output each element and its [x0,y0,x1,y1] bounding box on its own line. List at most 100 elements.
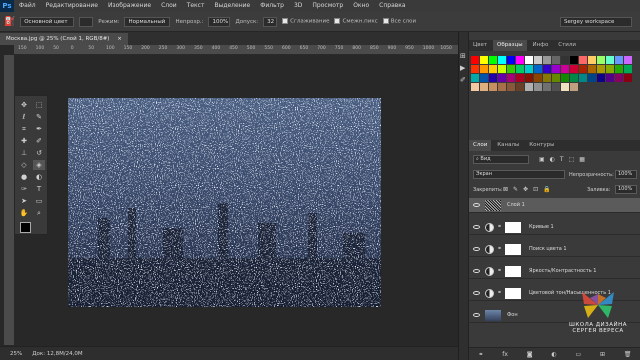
color-swatch[interactable] [534,56,542,64]
color-swatch[interactable] [597,65,605,73]
color-swatch[interactable] [570,65,578,73]
source-select[interactable]: Основной цвет [20,16,75,27]
menu-filter[interactable]: Фильтр [255,0,289,12]
zoom-tool-icon[interactable]: ⌕ [33,208,45,218]
history-icon[interactable]: ⊞ [460,52,466,60]
color-swatch[interactable] [579,65,587,73]
layer-thumbnail[interactable] [485,310,501,321]
color-swatch[interactable] [588,74,596,82]
color-swatch[interactable] [552,56,560,64]
color-swatch[interactable] [498,56,506,64]
play-icon[interactable]: ▶ [460,64,465,72]
color-swatch[interactable] [570,83,578,91]
shape-tool-icon[interactable]: ▭ [33,196,45,206]
blur-tool-icon[interactable]: ● [18,172,30,182]
color-swatch[interactable] [561,74,569,82]
crop-tool-icon[interactable]: ⌗ [18,124,30,134]
layer-row[interactable]: ⚭ Кривые 1 [469,220,640,235]
color-swatch[interactable] [561,56,569,64]
color-swatch[interactable] [552,83,560,91]
lock-icons[interactable]: ⊠✎✥⊡🔒 [503,186,556,193]
color-swatch[interactable] [561,83,569,91]
color-swatch[interactable] [471,74,479,82]
color-swatch[interactable] [615,74,623,82]
move-tool-icon[interactable]: ✥ [18,100,30,110]
brush-panel-icon[interactable]: ✐ [460,76,466,84]
color-swatch[interactable] [534,74,542,82]
color-swatch[interactable] [489,83,497,91]
opacity-input[interactable]: 100% [208,16,231,27]
menu-file[interactable]: Файл [14,0,41,12]
vertical-ruler[interactable] [4,55,14,345]
link-icon[interactable]: ⚭ [497,223,502,230]
lasso-tool-icon[interactable]: ℓ [18,112,30,122]
healing-tool-icon[interactable]: ✚ [18,136,30,146]
tab-info[interactable]: Инфо [529,40,553,51]
layer-mask-thumbnail[interactable] [505,266,521,277]
close-icon[interactable]: × [117,36,122,42]
horizontal-ruler[interactable]: 150 100 50 0 50 100 150 200 250 300 350 400 450 500 55… [14,45,458,55]
path-select-tool-icon[interactable]: ➤ [18,196,30,206]
color-swatch[interactable] [480,56,488,64]
type-tool-icon[interactable]: T [33,184,45,194]
fill-input[interactable]: 100% [615,185,637,194]
menu-select[interactable]: Выделение [209,0,255,12]
eye-icon[interactable] [473,225,480,229]
color-swatch[interactable] [552,74,560,82]
trash-icon[interactable]: 🗑 [624,351,632,358]
color-swatch[interactable] [516,74,524,82]
link-icon[interactable]: ⚭ [497,267,502,274]
menu-edit[interactable]: Редактирование [41,0,103,12]
eye-icon[interactable] [473,269,480,273]
layer-thumbnail[interactable] [485,200,501,211]
folder-icon[interactable]: ▭ [576,351,582,358]
layer-opacity-input[interactable]: 100% [615,170,637,179]
color-swatch[interactable] [498,74,506,82]
color-swatch[interactable] [480,65,488,73]
color-swatch[interactable] [570,56,578,64]
brush-tool-icon[interactable]: ✐ [33,136,45,146]
link-icon[interactable]: ⚭ [497,245,502,252]
eye-icon[interactable] [473,203,480,207]
tab-paths[interactable]: Контуры [525,140,558,151]
color-swatch[interactable] [471,65,479,73]
color-swatch[interactable] [606,56,614,64]
layer-mask-thumbnail[interactable] [505,288,521,299]
color-swatch[interactable] [489,56,497,64]
color-swatch[interactable] [507,65,515,73]
tab-styles[interactable]: Стили [554,40,580,51]
color-swatch[interactable] [534,83,542,91]
color-swatch[interactable] [498,83,506,91]
pen-tool-icon[interactable]: ✑ [18,184,30,194]
color-swatch[interactable] [516,65,524,73]
color-swatch[interactable] [606,74,614,82]
color-swatch[interactable] [561,65,569,73]
adjustment-icon[interactable]: ◐ [551,351,556,358]
color-swatch[interactable] [597,56,605,64]
eye-icon[interactable] [473,291,480,295]
workspace-select[interactable]: Sergey workspace [560,16,632,27]
layer-row[interactable]: Слой 1 [469,198,640,213]
paint-bucket-icon[interactable]: ⛽ [4,17,15,27]
history-brush-icon[interactable]: ↺ [33,148,45,158]
color-swatch[interactable] [552,65,560,73]
menu-help[interactable]: Справка [374,0,410,12]
tab-channels[interactable]: Каналы [493,140,523,151]
zoom-level[interactable]: 25% [10,351,22,357]
marquee-tool-icon[interactable]: ⬚ [33,100,45,110]
eyedropper-tool-icon[interactable]: ✒ [33,124,45,134]
color-swatch[interactable] [480,83,488,91]
color-swatch[interactable] [489,74,497,82]
filter-icons[interactable]: ▣◐T⬚▦ [539,156,590,163]
stamp-tool-icon[interactable]: ⊥ [18,148,30,158]
mask-icon[interactable]: ◙ [527,351,533,358]
color-swatch[interactable] [615,56,623,64]
menu-3d[interactable]: 3D [289,0,307,12]
menu-window[interactable]: Окно [348,0,374,12]
color-swatch[interactable] [588,56,596,64]
color-swatch[interactable] [588,65,596,73]
color-swatch[interactable] [543,83,551,91]
menu-layers[interactable]: Слои [156,0,182,12]
quick-select-tool-icon[interactable]: ✎ [33,112,45,122]
layer-mask-thumbnail[interactable] [505,244,521,255]
